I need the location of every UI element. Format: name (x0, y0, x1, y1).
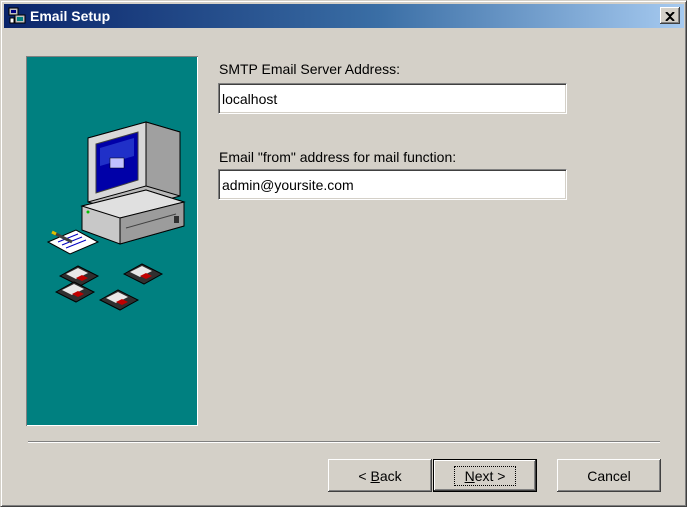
from-address-label: Email "from" address for mail function: (219, 149, 457, 165)
window-title: Email Setup (30, 8, 111, 24)
next-button-label: Next > (453, 465, 517, 486)
computer-with-floppy-disks-illustration (46, 121, 186, 311)
next-button[interactable]: Next > (433, 459, 537, 492)
button-separator (28, 441, 660, 443)
smtp-server-label: SMTP Email Server Address: (219, 61, 401, 77)
title-bar[interactable]: Email Setup (4, 4, 684, 28)
wizard-side-panel (26, 56, 198, 426)
from-address-input[interactable] (218, 169, 567, 200)
close-icon (665, 8, 675, 24)
email-setup-dialog: Email Setup SMTP Email Server Address: l… (0, 0, 687, 507)
setup-computer-icon (8, 7, 26, 25)
back-button[interactable]: < Back (328, 459, 432, 492)
back-button-label: < Back (358, 467, 402, 484)
smtp-server-input[interactable] (218, 83, 567, 114)
cancel-button[interactable]: Cancel (557, 459, 661, 492)
close-button[interactable] (660, 7, 680, 24)
